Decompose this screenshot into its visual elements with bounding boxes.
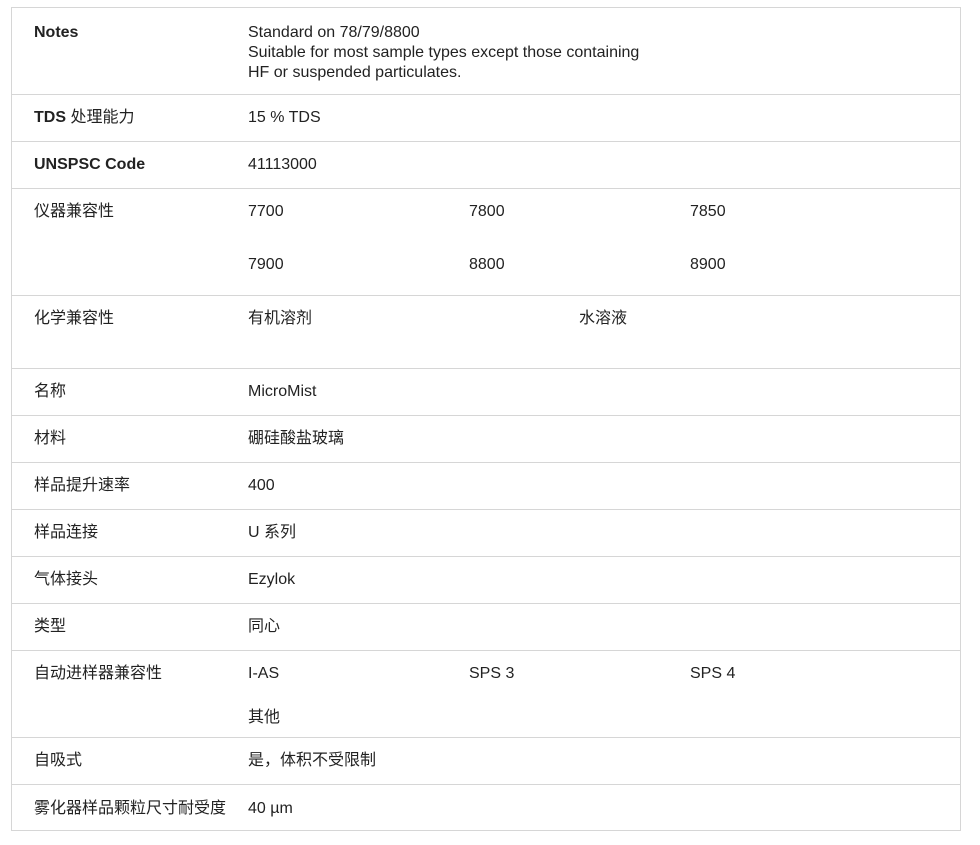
row-value: 硼硅酸盐玻璃	[248, 430, 345, 447]
autosampler-item: SPS 4	[690, 665, 736, 682]
row-value: U 系列	[248, 524, 297, 541]
row-label: 类型	[34, 618, 67, 635]
row-selfaspirating: 自吸式 是，体积不受限制	[12, 737, 960, 784]
row-label: 气体接头	[34, 571, 99, 588]
row-autosampler: 自动进样器兼容性 I-AS SPS 3 SPS 4 其他	[12, 650, 960, 737]
row-value: 400	[248, 477, 275, 494]
instrument-item: 8800	[469, 256, 505, 273]
row-name: 名称 MicroMist	[12, 368, 960, 415]
row-label: 雾化器样品颗粒尺寸耐受度	[34, 800, 227, 817]
row-label: 自动进样器兼容性	[34, 665, 163, 682]
row-uptake: 样品提升速率 400	[12, 462, 960, 509]
autosampler-item: I-AS	[248, 665, 280, 682]
row-label: TDS 处理能力	[12, 108, 248, 141]
row-label: 仪器兼容性	[34, 203, 115, 220]
row-label-rest: 处理能力	[66, 109, 135, 126]
row-value: Standard on 78/79/8800 Suitable for most…	[248, 23, 960, 94]
instrument-item: 7700	[248, 203, 284, 220]
row-value: 是，体积不受限制	[248, 752, 377, 769]
row-label: 材料	[34, 430, 67, 447]
row-label: Notes	[34, 24, 79, 41]
row-chemical: 化学兼容性 有机溶剂 水溶液	[12, 295, 960, 368]
row-value: I-AS SPS 3 SPS 4 其他	[248, 664, 960, 737]
row-label: 样品提升速率	[34, 477, 131, 494]
row-value: MicroMist	[248, 383, 317, 400]
row-tds: TDS 处理能力 15 % TDS	[12, 94, 960, 141]
notes-line-2: Suitable for most sample types except th…	[248, 44, 640, 61]
autosampler-item: 其他	[248, 708, 281, 726]
autosampler-item: SPS 3	[469, 665, 515, 682]
spec-table: Notes Standard on 78/79/8800 Suitable fo…	[11, 7, 961, 831]
chemical-item: 水溶液	[579, 310, 628, 327]
instrument-item: 8900	[690, 256, 726, 273]
row-type: 类型 同心	[12, 603, 960, 650]
row-tolerance: 雾化器样品颗粒尺寸耐受度 40 µm	[12, 784, 960, 830]
row-instrument: 仪器兼容性 7700 7800 7850 7900 8800 8900	[12, 188, 960, 295]
row-label: 化学兼容性	[34, 310, 115, 327]
row-value: 有机溶剂 水溶液	[248, 309, 960, 368]
row-label: 样品连接	[34, 524, 99, 541]
row-notes: Notes Standard on 78/79/8800 Suitable fo…	[12, 8, 960, 94]
row-material: 材料 硼硅酸盐玻璃	[12, 415, 960, 462]
row-value: 40 µm	[248, 800, 293, 817]
instrument-item: 7800	[469, 203, 505, 220]
row-value: 7700 7800 7850 7900 8800 8900	[248, 202, 960, 295]
row-label-bold: TDS	[34, 109, 66, 126]
instrument-item: 7900	[248, 256, 284, 273]
row-value: Ezylok	[248, 571, 296, 588]
instrument-item: 7850	[690, 203, 726, 220]
notes-line-1: Standard on 78/79/8800	[248, 24, 420, 41]
row-label: UNSPSC Code	[34, 156, 146, 173]
row-value: 同心	[248, 618, 281, 635]
row-unspsc: UNSPSC Code 41113000	[12, 141, 960, 188]
row-gas: 气体接头 Ezylok	[12, 556, 960, 603]
row-connection: 样品连接 U 系列	[12, 509, 960, 556]
row-value: 15 % TDS	[248, 109, 321, 126]
chemical-item: 有机溶剂	[248, 310, 313, 327]
row-value: 41113000	[248, 156, 317, 173]
row-label: 自吸式	[34, 752, 83, 769]
row-label: 名称	[34, 383, 67, 400]
notes-line-3: HF or suspended particulates.	[248, 64, 462, 81]
